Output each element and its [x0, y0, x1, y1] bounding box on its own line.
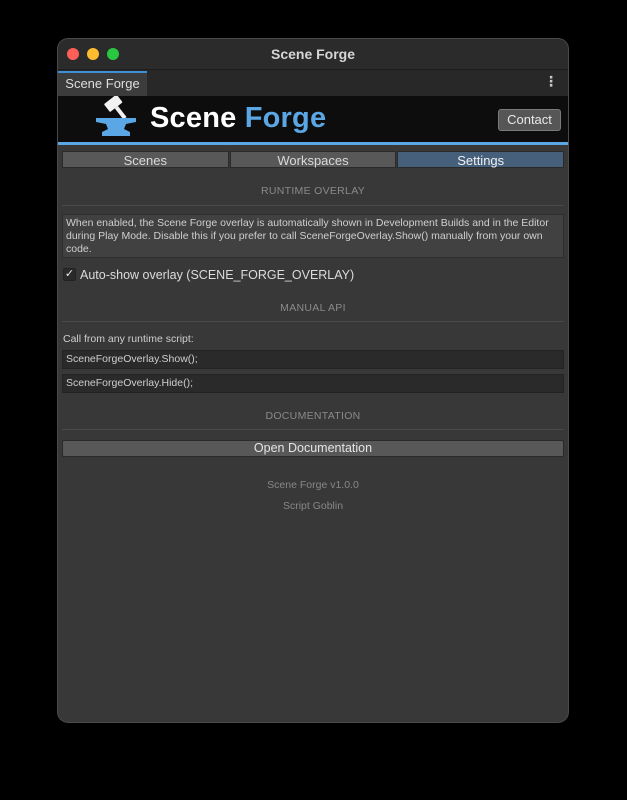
manual-api-header: MANUAL API — [280, 302, 346, 314]
open-documentation-button[interactable]: Open Documentation — [62, 440, 564, 457]
auto-show-checkbox[interactable]: ✓ — [63, 268, 76, 281]
documentation-header: DOCUMENTATION — [265, 410, 361, 422]
version-label: Scene Forge v1.0.0 — [267, 479, 359, 491]
contact-button[interactable]: Contact — [498, 109, 561, 131]
section-divider — [62, 429, 564, 430]
show-call-field[interactable]: SceneForgeOverlay.Show(); — [62, 350, 564, 369]
runtime-overlay-header: RUNTIME OVERLAY — [260, 185, 366, 197]
runtime-overlay-help: When enabled, the Scene Forge overlay is… — [62, 214, 564, 258]
logo-word-forge: Forge — [244, 102, 327, 134]
header-banner: Scene Forge Contact — [58, 96, 568, 145]
main-toolbar: Scenes Workspaces Settings — [62, 151, 565, 168]
tab-settings[interactable]: Settings — [397, 151, 565, 168]
auto-show-label[interactable]: Auto-show overlay (SCENE_FORGE_OVERLAY) — [80, 267, 354, 283]
editor-window: Scene Forge Scene Forge ⋮ Scene Forge Co… — [58, 39, 568, 722]
tab-strip: Scene Forge ⋮ — [58, 70, 568, 96]
section-divider — [62, 321, 564, 322]
tab-scenes[interactable]: Scenes — [62, 151, 229, 168]
manual-api-label: Call from any runtime script: — [63, 333, 194, 345]
kebab-menu-icon[interactable]: ⋮ — [544, 74, 558, 88]
title-bar[interactable]: Scene Forge — [58, 39, 568, 70]
tab-scene-forge[interactable]: Scene Forge — [58, 71, 147, 96]
author-label: Script Goblin — [282, 500, 344, 512]
tab-workspaces[interactable]: Workspaces — [229, 151, 397, 168]
auto-show-overlay-toggle[interactable]: ✓ Auto-show overlay (SCENE_FORGE_OVERLAY… — [62, 267, 564, 285]
logo-wordmark: Scene Forge — [150, 100, 326, 136]
section-divider — [62, 205, 564, 206]
hammer-anvil-icon — [96, 96, 136, 136]
hide-call-field[interactable]: SceneForgeOverlay.Hide(); — [62, 374, 564, 393]
logo-word-scene: Scene — [150, 102, 237, 134]
window-title: Scene Forge — [270, 46, 356, 62]
